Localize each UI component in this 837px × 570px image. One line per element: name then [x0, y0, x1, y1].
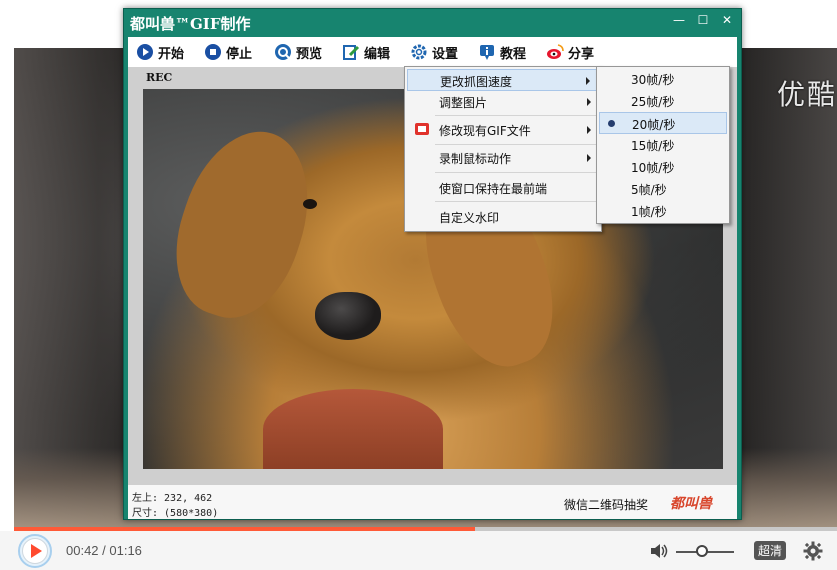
menu-separator [435, 201, 597, 202]
menu-item-label: 使窗口保持在最前端 [439, 182, 548, 196]
brand-logo: 都叫兽 [670, 496, 712, 512]
toolbar: 开始 停止 预览 编辑 设置 教程 分享 [128, 37, 737, 67]
close-button[interactable]: ✕ [716, 11, 738, 29]
submenu-arrow-icon [586, 77, 590, 85]
speed-option-label: 30帧/秒 [631, 73, 675, 87]
edit-button[interactable]: 编辑 [342, 42, 390, 62]
play-icon [22, 538, 48, 564]
edit-icon [343, 45, 360, 60]
video-watermark: 优酷 [776, 78, 837, 111]
preview-icon [275, 44, 291, 60]
share-label: 分享 [568, 46, 595, 62]
info-icon [480, 45, 494, 60]
volume-knob[interactable] [696, 545, 709, 557]
tutorial-button[interactable]: 教程 [478, 42, 526, 62]
speaker-icon[interactable] [650, 543, 668, 559]
tutorial-label: 教程 [500, 46, 527, 62]
window-titlebar[interactable]: 都叫兽™GIF制作 — ☐ ✕ [124, 9, 741, 35]
rec-indicator: REC [146, 71, 173, 84]
gear-icon[interactable] [803, 541, 823, 561]
speed-option-label: 25帧/秒 [631, 95, 675, 109]
preview-button[interactable]: 预览 [274, 42, 322, 62]
speed-option-5[interactable]: 5帧/秒 [599, 178, 727, 200]
speed-option-label: 10帧/秒 [631, 161, 675, 175]
selected-radio-icon [608, 120, 615, 127]
menu-item-capture-speed[interactable]: 更改抓图速度 [407, 69, 599, 91]
menu-item-always-on-top[interactable]: 使窗口保持在最前端 [407, 177, 599, 199]
menu-item-label: 修改现有GIF文件 [439, 124, 531, 138]
play-button[interactable] [18, 534, 52, 568]
maximize-button[interactable]: ☐ [692, 11, 714, 29]
speed-option-label: 20帧/秒 [632, 118, 676, 132]
share-button[interactable]: 分享 [546, 42, 594, 62]
minimize-button[interactable]: — [668, 11, 690, 29]
stop-circle-icon [205, 44, 221, 60]
speed-option-label: 5帧/秒 [631, 183, 667, 197]
dog-nose [315, 292, 381, 340]
menu-item-label: 录制鼠标动作 [439, 152, 512, 166]
menu-separator [435, 115, 597, 116]
speed-option-10[interactable]: 10帧/秒 [599, 156, 727, 178]
settings-button[interactable]: 设置 [410, 42, 458, 62]
menu-item-edit-gif[interactable]: 修改现有GIF文件 [407, 119, 599, 141]
time-display: 00:42 / 01:16 [66, 543, 142, 558]
submenu-arrow-icon [587, 98, 591, 106]
menu-item-custom-watermark[interactable]: 自定义水印 [407, 206, 599, 228]
speed-option-1[interactable]: 1帧/秒 [599, 200, 727, 222]
speed-option-label: 15帧/秒 [631, 139, 675, 153]
status-bar: 左上: 232, 462 尺寸: (580*380) 微信二维码抽奖 都叫兽 [128, 485, 737, 519]
speed-option-25[interactable]: 25帧/秒 [599, 90, 727, 112]
speed-option-30[interactable]: 30帧/秒 [599, 68, 727, 90]
speed-option-15[interactable]: 15帧/秒 [599, 134, 727, 156]
gif-file-icon [415, 123, 429, 135]
play-circle-icon [137, 44, 153, 60]
window-title: 都叫兽™GIF制作 [130, 15, 251, 33]
start-button[interactable]: 开始 [136, 42, 184, 62]
dog-ear-left [156, 115, 330, 333]
start-label: 开始 [158, 46, 185, 62]
submenu-arrow-icon [587, 154, 591, 162]
speed-submenu: 30帧/秒 25帧/秒 20帧/秒 15帧/秒 10帧/秒 5帧/秒 1帧/秒 [596, 66, 730, 224]
gear-icon [411, 44, 427, 60]
size-readout: 尺寸: (580*380) [132, 508, 219, 519]
stop-label: 停止 [226, 46, 253, 62]
stop-button[interactable]: 停止 [204, 42, 252, 62]
dog-collar [263, 389, 443, 469]
menu-item-label: 调整图片 [439, 96, 488, 110]
dog-eye-left [303, 199, 317, 209]
weibo-icon [547, 44, 564, 59]
menu-item-label: 自定义水印 [439, 211, 500, 225]
menu-item-record-mouse[interactable]: 录制鼠标动作 [407, 147, 599, 169]
submenu-arrow-icon [587, 126, 591, 134]
position-readout: 左上: 232, 462 [132, 493, 213, 504]
settings-menu: 更改抓图速度 调整图片 修改现有GIF文件 录制鼠标动作 使窗口保持在最前端 自… [404, 66, 602, 232]
menu-separator [435, 172, 597, 173]
preview-label: 预览 [296, 46, 323, 62]
speed-option-label: 1帧/秒 [631, 205, 667, 219]
speed-option-20[interactable]: 20帧/秒 [599, 112, 727, 134]
quality-button[interactable]: 超清 [754, 541, 787, 560]
menu-item-label: 更改抓图速度 [440, 75, 513, 89]
settings-label: 设置 [432, 46, 459, 62]
promo-link[interactable]: 微信二维码抽奖 [564, 496, 648, 513]
player-controls: 00:42 / 01:16 超清 [0, 531, 837, 570]
edit-label: 编辑 [364, 46, 391, 62]
menu-item-adjust-image[interactable]: 调整图片 [407, 91, 599, 113]
menu-separator [435, 144, 597, 145]
